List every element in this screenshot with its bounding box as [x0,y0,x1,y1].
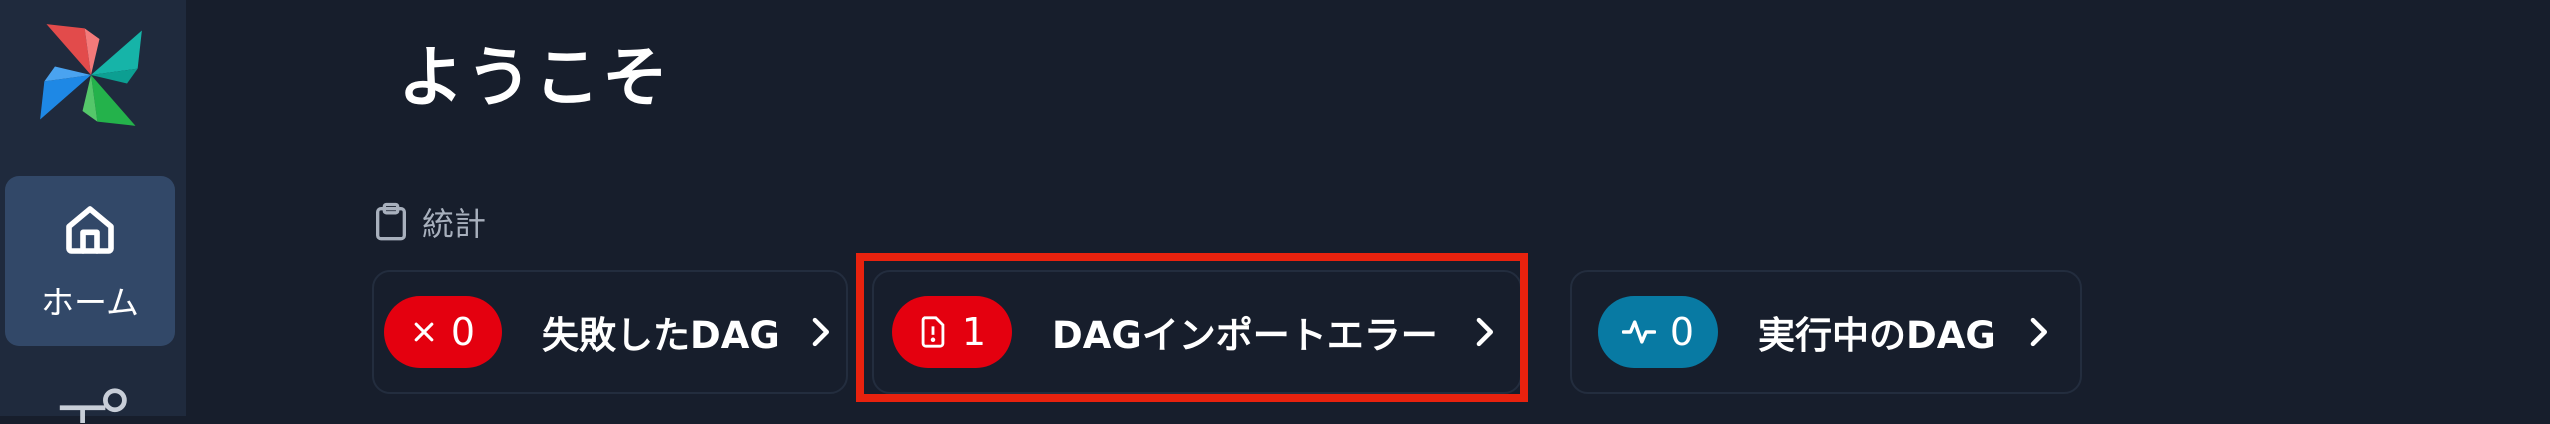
x-icon [414,322,434,342]
running-dags-label: 実行中のDAG [1758,314,1996,357]
activity-icon [1621,320,1656,344]
chevron-right-icon [1476,317,1493,347]
clipboard-icon [376,202,406,241]
running-dags-badge: 0 [1598,296,1718,368]
failed-dags-label: 失敗したDAG [542,314,780,357]
import-errors-label: DAGインポートエラー [1052,314,1438,357]
failed-dags-badge: 0 [384,296,502,368]
stat-card-failed-dags[interactable]: 0 失敗したDAG [372,270,848,394]
sidebar: ホーム [0,0,186,423]
failed-dags-count: 0 [450,310,476,354]
airflow-logo-icon[interactable] [38,22,144,128]
chevron-right-icon [2030,317,2047,347]
nav-item-home[interactable]: ホーム [5,176,175,346]
file-alert-icon [921,316,945,348]
stat-card-dag-import-errors[interactable]: 1 DAGインポートエラー [872,270,1522,394]
import-errors-count: 1 [961,310,987,354]
stats-header-label: 統計 [422,205,487,243]
stat-card-running-dags[interactable]: 0 実行中のDAG [1570,270,2082,394]
dag-graph-icon[interactable] [56,384,132,424]
nav-item-home-label: ホーム [40,283,139,322]
stats-header: 統計 [374,200,486,244]
home-icon [66,206,114,254]
running-dags-count: 0 [1669,310,1695,354]
chevron-right-icon [812,317,829,347]
page-title: ようこそ [398,39,670,116]
import-errors-badge: 1 [892,296,1012,368]
